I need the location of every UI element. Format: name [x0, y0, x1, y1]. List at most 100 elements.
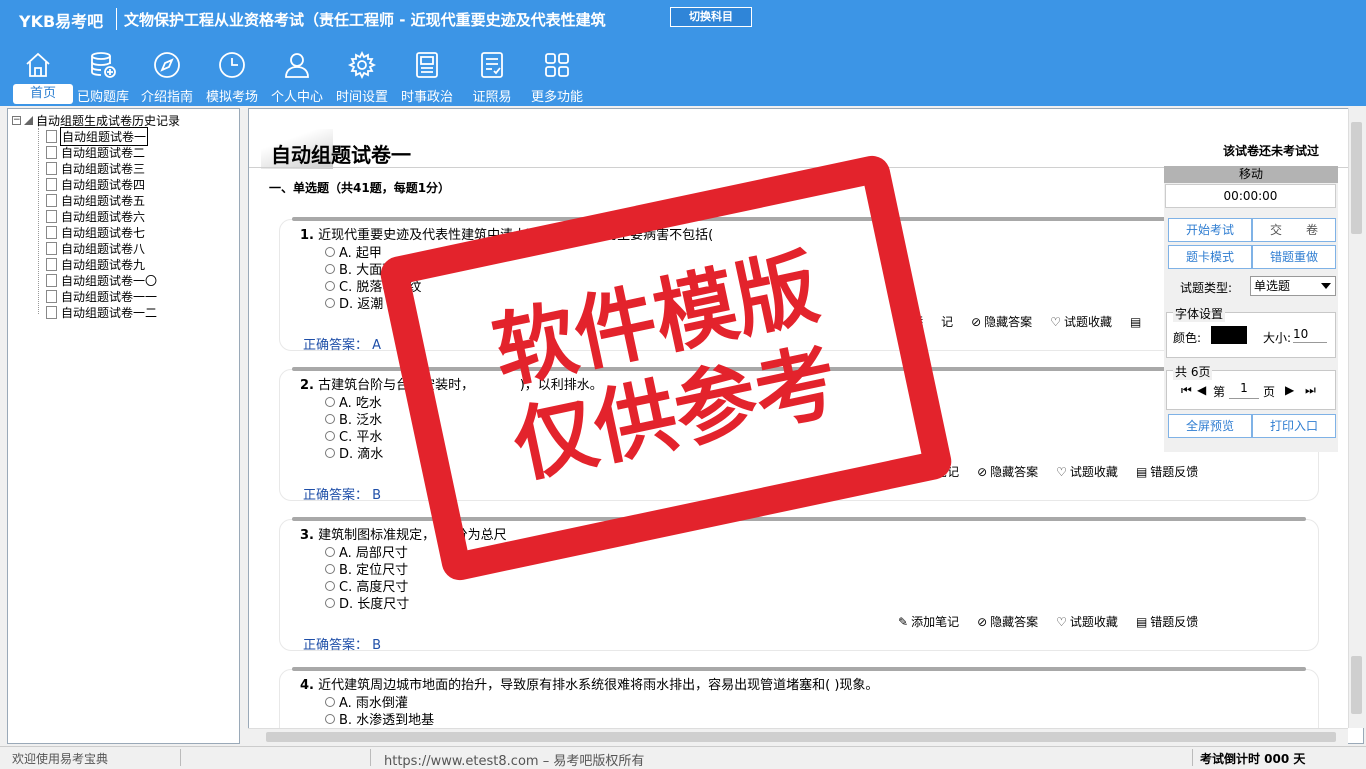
tree-item[interactable]: 自动组题试卷五	[46, 192, 146, 208]
exam-countdown: 考试倒计时 000 天	[1200, 752, 1306, 766]
nav-mock-exam[interactable]: 模拟考场	[199, 46, 265, 105]
nav-current-affairs[interactable]: 时事政治	[394, 46, 460, 105]
favorite-button[interactable]: ♡ 试题收藏	[1050, 313, 1112, 330]
nav-certificate[interactable]: 证照易	[459, 46, 525, 105]
move-handle[interactable]: 移动	[1164, 166, 1338, 183]
option[interactable]: D. 长度尺寸	[325, 593, 409, 612]
color-picker[interactable]	[1211, 326, 1247, 344]
report-error-button[interactable]: ▤ 错题反馈	[1136, 613, 1198, 630]
nav-profile[interactable]: 个人中心	[264, 46, 330, 105]
radio-button[interactable]	[325, 546, 335, 557]
tree-connector	[38, 128, 39, 314]
question-type-label: 试题类型:	[1180, 281, 1233, 295]
scroll-thumb[interactable]	[1351, 122, 1362, 234]
tree-item[interactable]: 自动组题试卷九	[46, 256, 146, 272]
compass-icon	[154, 52, 180, 78]
color-label: 颜色:	[1173, 331, 1202, 345]
print-button[interactable]: 打印入口	[1252, 414, 1336, 438]
favorite-button[interactable]: ♡ 试题收藏	[1056, 463, 1118, 480]
document-icon	[46, 145, 57, 159]
nav-purchased[interactable]: 已购题库	[70, 46, 136, 105]
first-page-icon[interactable]: ⏮	[1181, 383, 1192, 398]
vertical-scrollbar[interactable]	[1348, 108, 1364, 728]
prev-page-icon[interactable]: ◀	[1197, 383, 1206, 397]
question-type-select[interactable]: 单选题	[1250, 276, 1336, 296]
tree-item-label: 自动组题试卷九	[61, 257, 146, 272]
next-page-icon[interactable]: ▶	[1285, 383, 1294, 397]
radio-button[interactable]	[325, 263, 335, 274]
add-note-button[interactable]: ✎ 添 记	[898, 313, 953, 330]
tree-item[interactable]: 自动组题试卷四	[46, 176, 146, 192]
nav-more[interactable]: 更多功能	[524, 46, 590, 105]
nav-guide[interactable]: 介绍指南	[134, 46, 200, 105]
radio-button[interactable]	[325, 396, 335, 407]
heart-icon: ♡	[1056, 464, 1067, 479]
document-icon	[46, 209, 57, 223]
nav-home-label: 首页	[13, 84, 73, 104]
submit-exam-button[interactable]: 交 卷	[1252, 218, 1336, 242]
document-icon	[46, 241, 57, 255]
page-count-label: 共 6页	[1173, 363, 1213, 380]
tree-item[interactable]: 自动组题试卷二	[46, 144, 146, 160]
option[interactable]: B. 水渗透到地基	[325, 709, 434, 728]
switch-subject-button[interactable]: 切换科目	[670, 7, 752, 27]
question-text: 2. 古建筑台阶与台 安装时， )，以利排水。	[300, 378, 603, 393]
radio-button[interactable]	[325, 563, 335, 574]
scroll-thumb[interactable]	[266, 732, 1336, 742]
radio-button[interactable]	[325, 297, 335, 308]
exam-status: 该试卷还未考试过	[1223, 144, 1320, 158]
radio-button[interactable]	[325, 280, 335, 291]
nav-time-settings-label: 时间设置	[335, 90, 388, 105]
option[interactable]: D. 滴水	[325, 443, 383, 462]
add-note-button[interactable]: ✎ 添加笔记	[898, 613, 959, 630]
collapse-icon[interactable]: −	[12, 116, 21, 125]
pencil-icon: ✎	[898, 464, 909, 479]
tree-item[interactable]: 自动组题试卷三	[46, 160, 146, 176]
tree-item[interactable]: 自动组题试卷一	[46, 126, 149, 146]
nav-home[interactable]: 首页	[5, 46, 73, 104]
tree-item[interactable]: 自动组题试卷七	[46, 224, 146, 240]
tree-item[interactable]: 自动组题试卷六	[46, 208, 146, 224]
nav-time-settings[interactable]: 时间设置	[329, 46, 395, 105]
radio-button[interactable]	[325, 713, 335, 724]
radio-button[interactable]	[325, 246, 335, 257]
folder-icon	[24, 116, 33, 125]
radio-button[interactable]	[325, 597, 335, 608]
radio-button[interactable]	[325, 430, 335, 441]
tree-item[interactable]: 自动组题试卷一〇	[46, 272, 158, 288]
hide-answer-button[interactable]: ⊘ 隐藏答案	[977, 613, 1038, 630]
radio-button[interactable]	[325, 447, 335, 458]
favorite-button[interactable]: ♡ 试题收藏	[1056, 613, 1118, 630]
start-exam-button[interactable]: 开始考试	[1168, 218, 1252, 242]
hide-answer-button[interactable]: ⊘ 隐藏答案	[971, 313, 1032, 330]
document-icon	[46, 177, 57, 191]
scroll-thumb-secondary[interactable]	[1351, 656, 1362, 714]
font-settings-label: 字体设置	[1173, 305, 1226, 322]
report-icon: ▤	[1135, 464, 1148, 479]
tree-item[interactable]: 自动组题试卷八	[46, 240, 146, 256]
card-mode-button[interactable]: 题卡模式	[1168, 245, 1252, 269]
redo-wrong-button[interactable]: 错题重做	[1252, 245, 1336, 269]
radio-button[interactable]	[325, 696, 335, 707]
page-input[interactable]: 1	[1229, 381, 1259, 399]
radio-button[interactable]	[325, 580, 335, 591]
horizontal-scrollbar[interactable]	[248, 728, 1348, 744]
document-icon	[46, 305, 57, 319]
hide-answer-button[interactable]: ⊘ 隐藏答案	[977, 463, 1038, 480]
nav-mock-exam-label: 模拟考场	[205, 90, 258, 105]
fullscreen-preview-button[interactable]: 全屏预览	[1168, 414, 1252, 438]
heart-icon: ♡	[1056, 614, 1067, 629]
card-top-bar	[292, 517, 1306, 521]
tree-item[interactable]: 自动组题试卷一一	[46, 288, 158, 304]
add-note-button[interactable]: ✎ 添加笔记	[898, 463, 959, 480]
nav-more-label: 更多功能	[530, 90, 583, 105]
document-icon	[46, 289, 57, 303]
report-error-button[interactable]: ▤	[1130, 313, 1141, 330]
last-page-icon[interactable]: ⏭	[1305, 383, 1316, 398]
font-size-input[interactable]: 10	[1293, 327, 1327, 343]
option[interactable]: D. 返潮	[325, 293, 383, 312]
radio-button[interactable]	[325, 413, 335, 424]
report-icon: ▤	[1135, 614, 1148, 629]
tree-item[interactable]: 自动组题试卷一二	[46, 304, 158, 320]
report-error-button[interactable]: ▤ 错题反馈	[1136, 463, 1198, 480]
